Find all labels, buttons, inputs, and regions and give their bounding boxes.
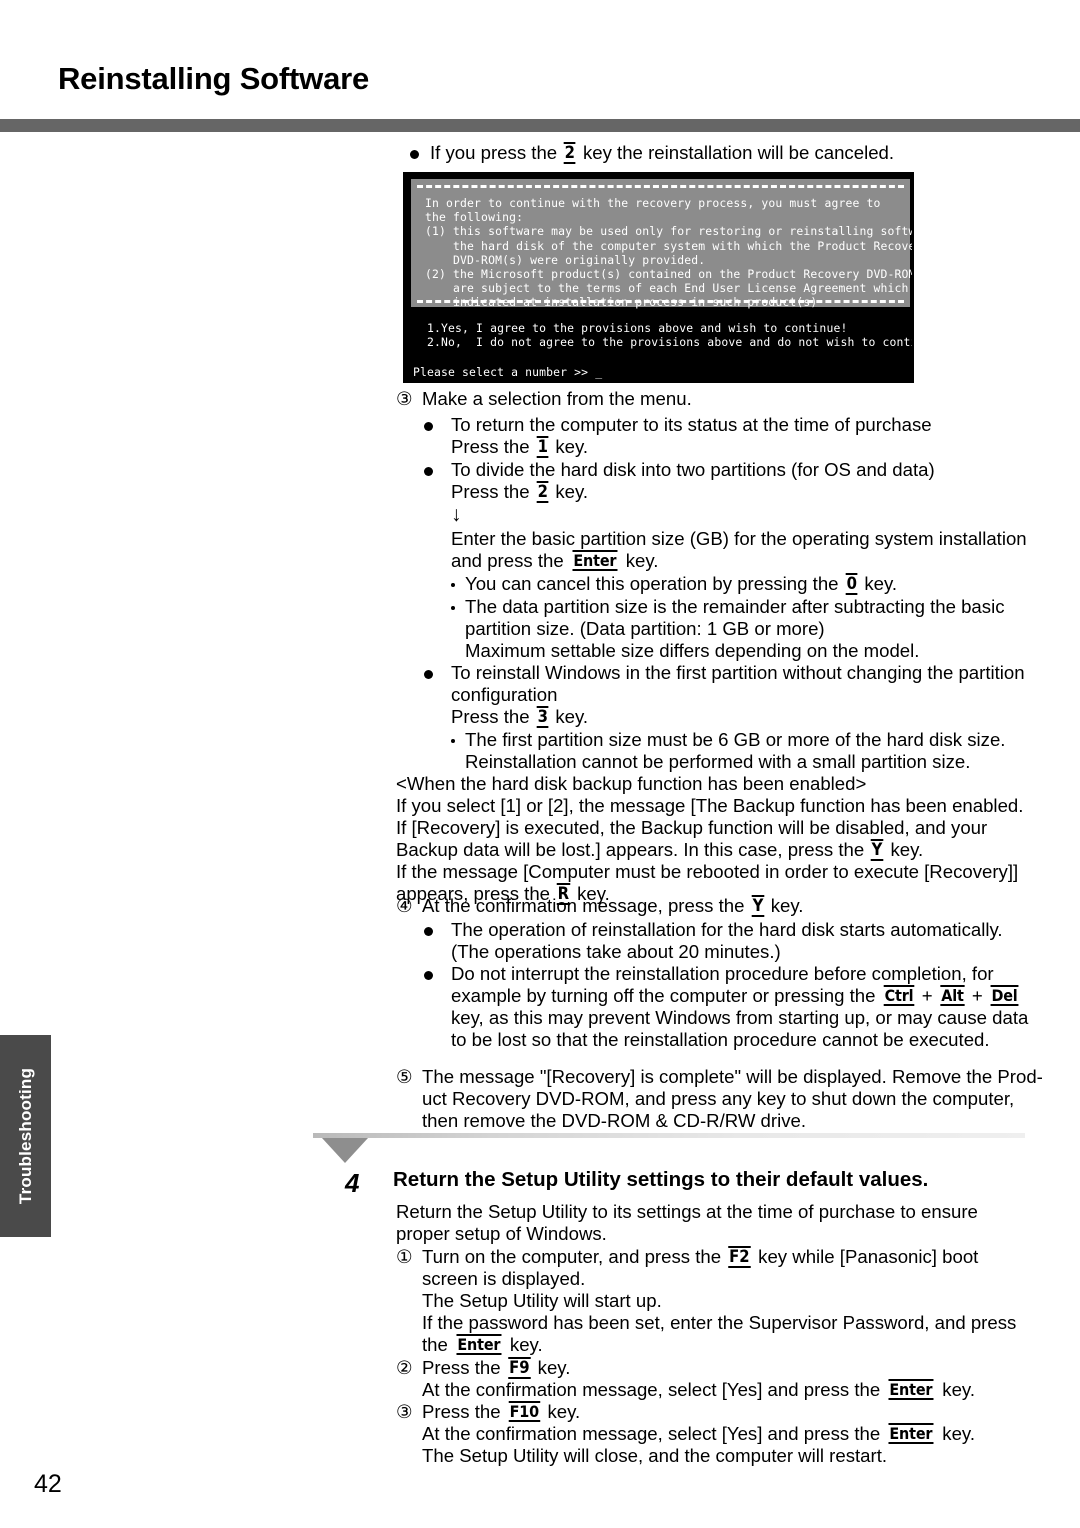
subbullet-2-cont-1: partition size. (Data partition: 1 GB or…: [465, 618, 825, 639]
item-2-line-2: At the confirmation message, select [Yes…: [422, 1379, 976, 1400]
item-1-line-1: Turn on the computer, and press the F2 k…: [422, 1246, 979, 1268]
intro-bullet-post: key the reinstallation will be canceled.: [582, 142, 895, 163]
key-f2-glyph: F2: [728, 1246, 751, 1268]
step-4-marker: ④: [396, 895, 413, 916]
console-dash-rule-top: [417, 185, 904, 188]
step-4-bullet-1-line-2: (The operations take about 20 minutes.): [451, 941, 781, 962]
step-3-bullet-2-press: Press the 2 key.: [451, 481, 589, 503]
section-4-item-1-marker: ①: [396, 1246, 413, 1267]
key-f9-glyph: F9: [507, 1357, 531, 1379]
key-ctrl-glyph: Ctrl: [883, 985, 914, 1006]
step-4-bullet-1-line-1: The operation of reinstallation for the …: [451, 919, 1003, 940]
step-3-marker: ③: [396, 388, 413, 409]
key-alt-glyph: Alt: [940, 985, 965, 1006]
section-4-item-3-marker: ③: [396, 1401, 413, 1422]
key-enter-glyph: Enter: [888, 1379, 934, 1400]
subbullet-2-text: The data partition size is the remainder…: [465, 596, 1005, 617]
down-arrow-icon: ↓: [451, 503, 462, 526]
section-4-number: 4: [345, 1168, 360, 1198]
bullet-3-line-1: To reinstall Windows in the first partit…: [451, 662, 1025, 683]
backup-note-line-1: If you select [1] or [2], the message [T…: [396, 795, 1024, 816]
key-y-glyph: Y: [871, 839, 884, 861]
square-bullet-icon: [451, 729, 455, 751]
step-4-bullet-2-line-3: key, as this may prevent Windows from st…: [451, 1007, 1029, 1028]
bullet-3-sub-line-1: The first partition size must be 6 GB or…: [465, 729, 1006, 750]
key-1-glyph: 1: [536, 436, 549, 458]
step-5-line-2: uct Recovery DVD-ROM, and press any key …: [422, 1088, 1015, 1109]
key-enter-glyph: Enter: [888, 1423, 934, 1444]
key-0-glyph: 0: [845, 573, 858, 595]
item-2-line-1: Press the F9 key.: [422, 1357, 571, 1379]
console-agreement-panel: In order to continue with the recovery p…: [411, 179, 912, 309]
key-2-glyph: 2: [536, 481, 549, 503]
step-3-bullet-1-line: To return the computer to its status at …: [451, 414, 932, 435]
key-3-glyph: 3: [536, 706, 549, 728]
square-bullet-icon: [451, 573, 455, 595]
item-3-line-1: Press the F10 key.: [422, 1401, 581, 1422]
step-4-bullet-2-line-2: example by turning off the computer or p…: [451, 985, 1019, 1006]
step-4-bullet-2-line-1: Do not interrupt the reinstallation proc…: [451, 963, 994, 984]
step-4-heading: At the confirmation message, press the Y…: [422, 895, 804, 917]
key-del-glyph: Del: [990, 985, 1019, 1006]
sidebar-tab-troubleshooting[interactable]: Troubleshooting: [0, 1035, 51, 1237]
step-4-bullet-2-line-4: to be lost so that the reinstallation pr…: [451, 1029, 990, 1050]
step-3-bullet-1-press: Press the 1 key.: [451, 436, 589, 458]
intro-bullet-pre: If you press the: [430, 142, 558, 163]
step-5-marker: ⑤: [396, 1066, 413, 1087]
square-bullet-icon: [451, 596, 455, 618]
console-prompt-text: Please select a number >> _: [413, 365, 603, 379]
item-3-line-3: The Setup Utility will close, and the co…: [422, 1445, 888, 1466]
intro-bullet-text: If you press the 2 key the reinstallatio…: [430, 142, 895, 164]
bullet-dot-icon: [424, 662, 433, 684]
backup-note-heading: <When the hard disk backup function has …: [396, 773, 867, 794]
enter-block-line-2: and press the Enter key.: [451, 550, 659, 571]
item-1-line-2: screen is displayed.: [422, 1268, 586, 1289]
step-5-line-3: then remove the DVD-ROM & CD-R/RW drive.: [422, 1110, 807, 1131]
backup-note-line-4: If the message [Computer must be reboote…: [396, 861, 1019, 882]
header-divider-rule: [0, 119, 1080, 132]
section-4-triangle-icon: [322, 1138, 368, 1163]
item-1-line-4: If the password has been set, enter the …: [422, 1312, 1017, 1333]
subbullet-1-text: You can cancel this operation by pressin…: [465, 573, 898, 595]
sidebar-tab-label: Troubleshooting: [15, 1067, 35, 1205]
item-3-line-2: At the confirmation message, select [Yes…: [422, 1423, 976, 1444]
step-3-bullet-2-line: To divide the hard disk into two partiti…: [451, 459, 935, 480]
section-4-title: Return the Setup Utility settings to the…: [393, 1168, 929, 1191]
section-4-divider-rule: [313, 1133, 1025, 1138]
step-5-line-1: The message "[Recovery] is complete" wil…: [422, 1066, 1043, 1087]
page-title: Reinstalling Software: [58, 61, 370, 96]
bullet-3-line-2: configuration: [451, 684, 558, 705]
console-dash-rule-bottom: [417, 300, 904, 303]
step-3-heading: Make a selection from the menu.: [422, 388, 692, 409]
bullet-dot-icon: [424, 459, 433, 481]
backup-note-line-2: If [Recovery] is executed, the Backup fu…: [396, 817, 988, 838]
subbullet-2-cont-2: Maximum settable size differs depending …: [465, 640, 920, 661]
item-1-line-3: The Setup Utility will start up.: [422, 1290, 662, 1311]
bullet-3-sub-line-2: Reinstallation cannot be performed with …: [465, 751, 971, 772]
backup-note-line-3: Backup data will be lost.] appears. In t…: [396, 839, 924, 861]
section-4-intro-line-2: proper setup of Windows.: [396, 1223, 607, 1244]
key-y-glyph: Y: [751, 895, 764, 917]
bullet-3-press: Press the 3 key.: [451, 706, 589, 728]
bullet-dot-icon: [424, 963, 433, 985]
key-enter-glyph: Enter: [572, 550, 618, 571]
page-number: 42: [34, 1470, 62, 1498]
key-2-glyph: 2: [563, 142, 577, 164]
section-4-item-2-marker: ②: [396, 1357, 413, 1378]
console-agreement-text: In order to continue with the recovery p…: [425, 196, 914, 310]
key-f10-glyph: F10: [508, 1401, 540, 1422]
key-enter-glyph: Enter: [456, 1334, 502, 1355]
item-1-line-5: the Enter key.: [422, 1334, 543, 1355]
enter-block-line-1: Enter the basic partition size (GB) for …: [451, 528, 1027, 549]
intro-bullet-row: If you press the 2 key the reinstallatio…: [410, 142, 895, 165]
console-screenshot: In order to continue with the recovery p…: [403, 172, 914, 383]
console-choices-text: 1.Yes, I agree to the provisions above a…: [427, 321, 914, 350]
bullet-dot-icon: [424, 414, 433, 436]
section-4-intro-line-1: Return the Setup Utility to its settings…: [396, 1201, 978, 1222]
bullet-dot-icon: [424, 919, 433, 941]
bullet-dot-icon: [410, 142, 419, 164]
